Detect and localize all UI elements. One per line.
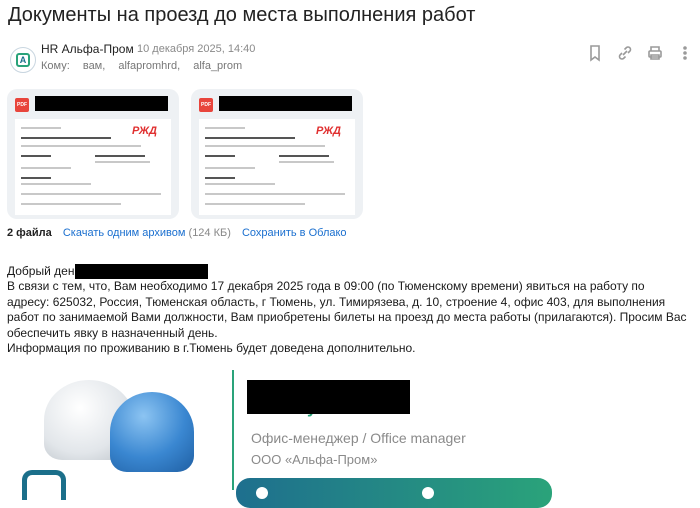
- attachment-card[interactable]: PDF РЖД: [191, 89, 363, 219]
- alfa-logo-icon: A: [16, 53, 30, 67]
- rzd-logo: РЖД: [315, 125, 341, 137]
- sender-avatar[interactable]: A: [10, 47, 36, 73]
- more-icon[interactable]: [676, 44, 694, 62]
- recipient[interactable]: alfa_prom: [193, 60, 242, 72]
- bookmark-icon[interactable]: [586, 44, 604, 62]
- attachments-bar: 2 файла Скачать одним архивом (124 КБ) С…: [7, 227, 347, 239]
- pdf-icon: PDF: [199, 98, 213, 112]
- print-icon[interactable]: [646, 44, 664, 62]
- signature-company: ООО «Альфа-Пром»: [251, 452, 378, 467]
- accommodation-info: Информация по проживанию в г.Тюмень буде…: [7, 341, 416, 356]
- download-archive-link[interactable]: Скачать одним архивом: [63, 227, 186, 239]
- attachment-name-redacted: [35, 96, 168, 111]
- contact-bar: [236, 478, 552, 508]
- recipients-line: Кому: вам, alfapromhrd, alfa_prom: [41, 60, 252, 72]
- redaction-box: [247, 380, 410, 414]
- attachment-thumbnail: РЖД: [199, 119, 355, 215]
- link-icon[interactable]: [616, 44, 634, 62]
- blue-helmet-image: [110, 392, 194, 472]
- archive-size: (124 КБ): [188, 227, 231, 239]
- files-count: 2 файла: [7, 227, 52, 239]
- email-icon[interactable]: [422, 487, 434, 499]
- rzd-logo: РЖД: [131, 125, 157, 137]
- pdf-icon: PDF: [15, 98, 29, 112]
- signature-title: Офис-менеджер / Office manager: [251, 430, 466, 446]
- attachment-thumbnail: РЖД: [15, 119, 171, 215]
- redaction-box: [75, 264, 208, 279]
- email-date: 10 декабря 2025, 14:40: [137, 43, 256, 55]
- recipient[interactable]: вам,: [83, 60, 105, 72]
- attachment-name-redacted: [219, 96, 352, 111]
- recipient[interactable]: alfapromhrd,: [118, 60, 180, 72]
- attachment-card[interactable]: PDF РЖД: [7, 89, 179, 219]
- save-to-cloud-link[interactable]: Сохранить в Облако: [242, 227, 347, 239]
- signature-divider: [232, 370, 234, 490]
- sender-name[interactable]: HR Альфа-Пром: [41, 42, 134, 56]
- email-toolbar: [586, 44, 694, 62]
- to-label: Кому:: [41, 60, 70, 72]
- body-paragraph: В связи с тем, что, Вам необходимо 17 де…: [7, 279, 687, 340]
- email-subject: Документы на проезд до места выполнения …: [8, 4, 476, 26]
- phone-icon[interactable]: [256, 487, 268, 499]
